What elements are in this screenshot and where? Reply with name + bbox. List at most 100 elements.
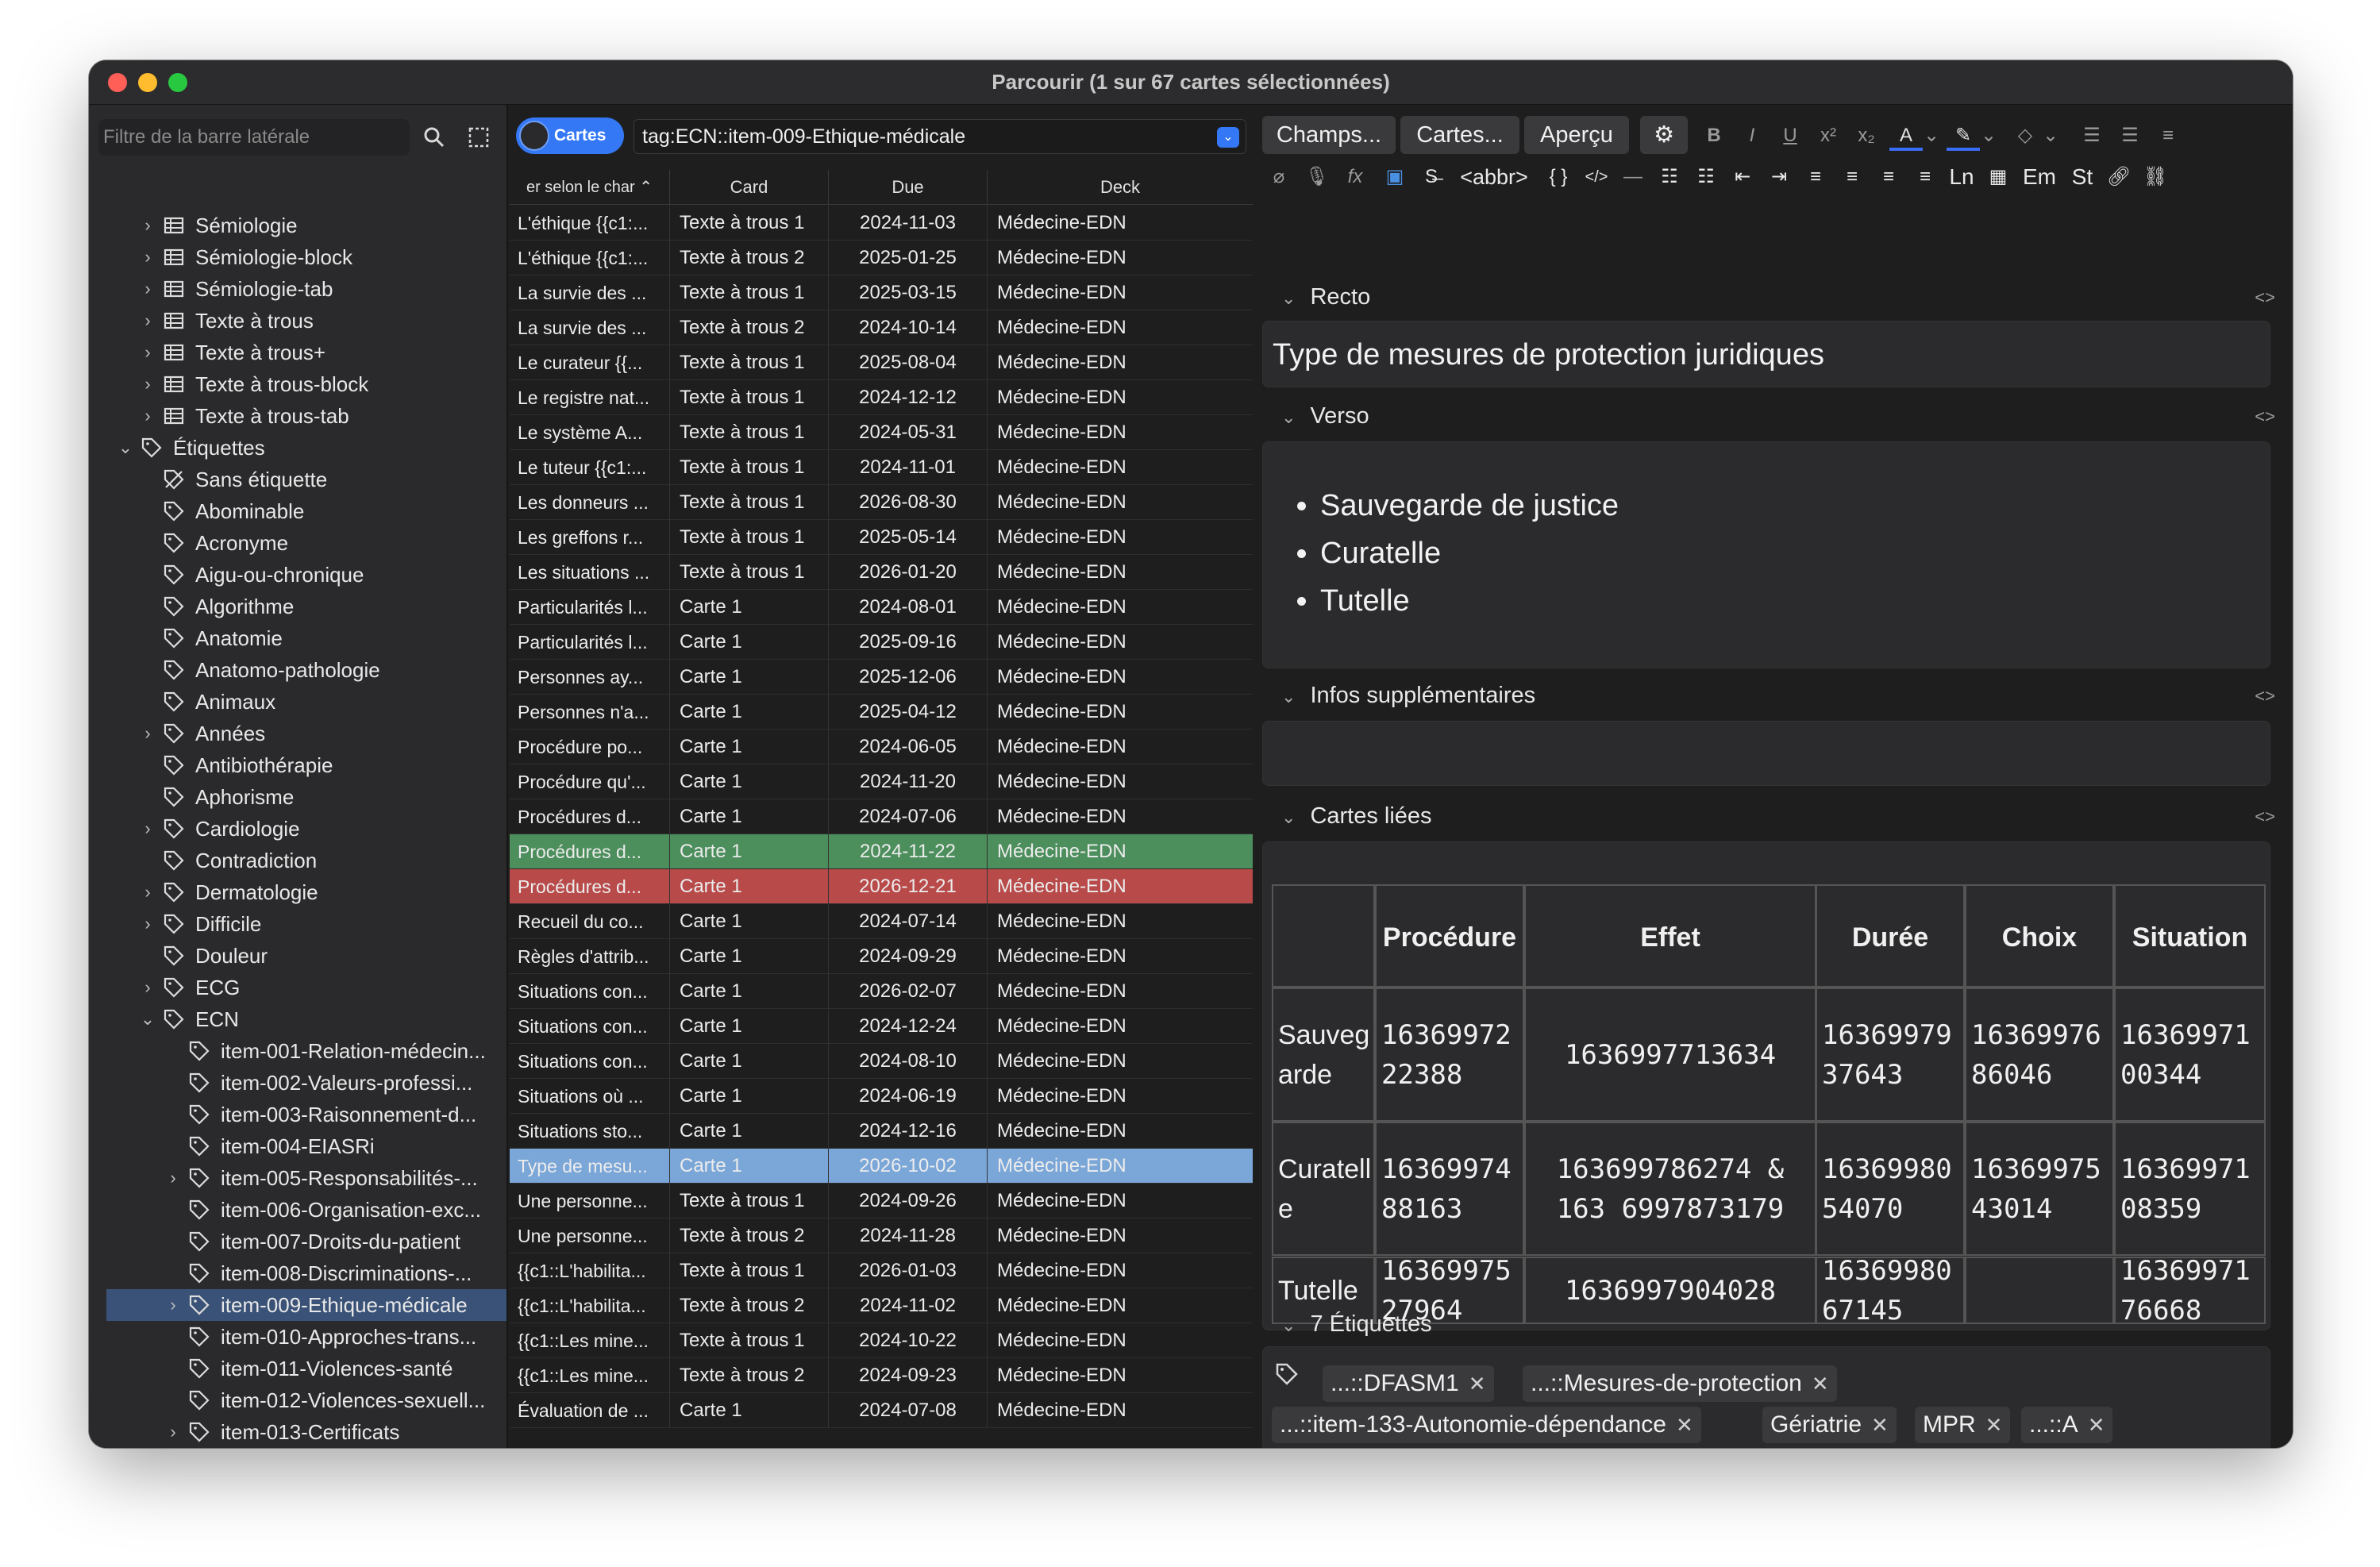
chevron-right-icon[interactable]: › <box>140 972 156 1003</box>
unordered-list-icon[interactable]: ☰ <box>2075 119 2108 152</box>
close-icon[interactable]: ✕ <box>1985 1413 2003 1437</box>
align-left-icon[interactable]: ≡ <box>1835 160 1869 194</box>
cards-button[interactable]: Cartes... <box>1400 116 1519 154</box>
chevron-right-icon[interactable]: › <box>165 1416 181 1448</box>
column-header-due[interactable]: Due <box>829 170 988 205</box>
search-input[interactable]: tag:ECN::item-009-Ethique-médicale ⌄ <box>634 119 1246 154</box>
sidebar-item[interactable]: › Sémiologie-block <box>89 241 506 273</box>
table-row[interactable]: Procédures d... Carte 1 2024-11-22 Médecine… <box>510 834 1253 869</box>
table-row[interactable]: Les greffons r... Texte à trous 1 2025-05-… <box>510 520 1253 555</box>
paperclip-icon[interactable]: ⌀ <box>1262 160 1296 194</box>
align-justify-icon[interactable]: ≡ <box>1908 160 1942 194</box>
table-row[interactable]: Le tuteur {{c1:... Texte à trous 1 2024-11… <box>510 450 1253 485</box>
chevron-right-icon[interactable]: › <box>140 368 156 400</box>
table-row[interactable]: Les donneurs ... Texte à trous 1 2026-08-3… <box>510 485 1253 520</box>
sidebar-item[interactable]: Abominable <box>89 495 506 527</box>
infos-field[interactable] <box>1262 721 2270 786</box>
table-row[interactable]: {{c1::Les mine... Texte à trous 2 2024-09-… <box>510 1358 1253 1393</box>
sidebar-item[interactable]: item-001-Relation-médecin... <box>89 1035 506 1067</box>
chevron-right-icon[interactable]: › <box>140 241 156 273</box>
table-row[interactable]: Le système A... Texte à trous 1 2024-05-31… <box>510 415 1253 450</box>
sidebar-item[interactable]: › ECG <box>89 972 506 1003</box>
ordered-list-icon[interactable]: ☰ <box>2113 119 2147 152</box>
column-header-deck[interactable]: Deck <box>988 170 1253 205</box>
sidebar-item[interactable]: › item-005-Responsabilités-... <box>89 1162 506 1194</box>
preview-button[interactable]: Aperçu <box>1524 116 1629 154</box>
table-row[interactable]: Situations con... Carte 1 2024-12-24 Médeci… <box>510 1009 1253 1044</box>
eraser-icon[interactable]: ◇ <box>2008 119 2042 152</box>
chevron-right-icon[interactable]: › <box>140 273 156 305</box>
table-row[interactable]: {{c1::L'habilita... Texte à trous 2 2024-1… <box>510 1288 1253 1323</box>
sidebar-item[interactable]: › Texte à trous-block <box>89 368 506 400</box>
chevron-right-icon[interactable]: › <box>140 210 156 241</box>
sidebar-item[interactable]: Contradiction <box>89 845 506 876</box>
field-label-cartes-liees[interactable]: ⌄ Cartes liées <box>1281 803 1432 830</box>
sidebar-filter-input[interactable]: Filtre de la barre latérale <box>98 119 410 156</box>
sidebar-item[interactable]: Aphorisme <box>89 781 506 813</box>
numbered-list-icon[interactable]: ☷ <box>1689 160 1723 194</box>
abbr-button[interactable]: <abbr> <box>1450 160 1539 194</box>
highlight-icon[interactable]: ✎ <box>1947 119 1980 151</box>
sidebar-item[interactable]: › Dermatologie <box>89 876 506 908</box>
recto-field[interactable]: Type de mesures de protection juridiques <box>1262 321 2270 387</box>
strikethrough-icon[interactable]: S̶ <box>1415 160 1448 194</box>
align-center-icon[interactable]: ≡ <box>1799 160 1832 194</box>
align-icon[interactable]: ≡ <box>2151 119 2185 152</box>
search-icon[interactable] <box>418 121 451 154</box>
sidebar-item[interactable]: › Cardiologie <box>89 813 506 845</box>
selection-tool-icon[interactable] <box>462 121 495 154</box>
table-row[interactable]: Particularités l... Carte 1 2024-08-01 Méde… <box>510 590 1253 625</box>
column-header-sort[interactable]: er selon le char ⌃ <box>510 170 670 205</box>
tag-chip[interactable]: MPR ✕ <box>1915 1407 2011 1443</box>
superscript-icon[interactable]: x² <box>1812 119 1845 152</box>
tag-chip[interactable]: Gériatrie ✕ <box>1762 1407 1897 1443</box>
close-icon[interactable]: ✕ <box>1871 1413 1889 1437</box>
table-row[interactable]: Procédures d... Carte 1 2024-07-06 Médecine… <box>510 799 1253 834</box>
table-row[interactable]: La survie des ... Texte à trous 1 2025-03-… <box>510 275 1253 310</box>
horizontal-rule-icon[interactable]: — <box>1616 160 1650 194</box>
outdent-icon[interactable]: ⇤ <box>1726 160 1759 194</box>
close-icon[interactable]: ✕ <box>2088 1413 2105 1437</box>
sidebar-item[interactable]: › Texte à trous <box>89 305 506 337</box>
sidebar-item[interactable]: › item-009-Ethique-médicale <box>106 1289 506 1321</box>
chevron-right-icon[interactable]: › <box>165 1289 181 1321</box>
sidebar-item[interactable]: item-003-Raisonnement-d... <box>89 1099 506 1130</box>
close-icon[interactable]: ✕ <box>1676 1413 1693 1437</box>
html-toggle-icon[interactable]: <> <box>2255 686 2275 706</box>
sidebar-item[interactable]: Anatomie <box>89 622 506 654</box>
sidebar-item[interactable]: ⌄ Étiquettes <box>89 432 506 464</box>
table-row[interactable]: Procédures d... Carte 1 2026-12-21 Médecine… <box>510 869 1253 904</box>
close-icon[interactable]: ✕ <box>1469 1372 1486 1396</box>
sidebar-item[interactable]: Aigu-ou-chronique <box>89 559 506 591</box>
chevron-right-icon[interactable]: › <box>140 908 156 940</box>
image-occlusion-icon[interactable]: ▣ <box>1378 160 1411 194</box>
html-toggle-icon[interactable]: <> <box>2255 287 2275 308</box>
table-row[interactable]: L'éthique {{c1:... Texte à trous 1 2024-11… <box>510 206 1253 241</box>
chevron-down-icon[interactable]: ⌄ <box>2040 119 2061 152</box>
table-row[interactable]: Le registre nat... Texte à trous 1 2024-12… <box>510 380 1253 415</box>
table-row[interactable]: Situations où ... Carte 1 2024-06-19 Médeci… <box>510 1079 1253 1114</box>
sidebar-item[interactable]: item-008-Discriminations-... <box>89 1257 506 1289</box>
table-row[interactable]: Le curateur {{... Texte à trous 1 2025-08-… <box>510 345 1253 380</box>
sidebar-item[interactable]: › item-013-Certificats <box>89 1416 506 1448</box>
chevron-down-icon[interactable]: ⌄ <box>140 1003 156 1035</box>
sidebar-item[interactable]: Antibiothérapie <box>89 749 506 781</box>
tags-label[interactable]: ⌄ 7 Étiquettes <box>1281 1311 1432 1338</box>
em-button[interactable]: Em <box>2018 160 2061 194</box>
table-row[interactable]: Type de mesu... Carte 1 2026-10-02 Médecine… <box>510 1149 1253 1184</box>
chevron-right-icon[interactable]: › <box>140 718 156 749</box>
chevron-down-icon[interactable]: ⌄ <box>1217 127 1239 148</box>
align-right-icon[interactable]: ≡ <box>1872 160 1905 194</box>
tag-chip[interactable]: ...::item-133-Autonomie-dépendance ✕ <box>1272 1407 1701 1443</box>
table-icon[interactable]: ▦ <box>1981 160 2015 194</box>
fields-button[interactable]: Champs... <box>1262 116 1396 154</box>
field-label-verso[interactable]: ⌄ Verso <box>1281 403 1369 429</box>
table-row[interactable]: L'éthique {{c1:... Texte à trous 2 2025-01… <box>510 241 1253 275</box>
sidebar-item[interactable]: item-010-Approches-trans... <box>89 1321 506 1353</box>
tag-chip[interactable]: ...::A ✕ <box>2021 1407 2113 1443</box>
cards-notes-toggle[interactable]: Cartes <box>516 117 624 154</box>
sidebar-item[interactable]: item-006-Organisation-exc... <box>89 1194 506 1226</box>
sidebar-item[interactable]: Animaux <box>89 686 506 718</box>
table-row[interactable]: Règles d'attrib... Carte 1 2024-09-29 Médec… <box>510 939 1253 974</box>
tag-chip[interactable]: ...::Mesures-de-protection ✕ <box>1523 1365 1837 1402</box>
